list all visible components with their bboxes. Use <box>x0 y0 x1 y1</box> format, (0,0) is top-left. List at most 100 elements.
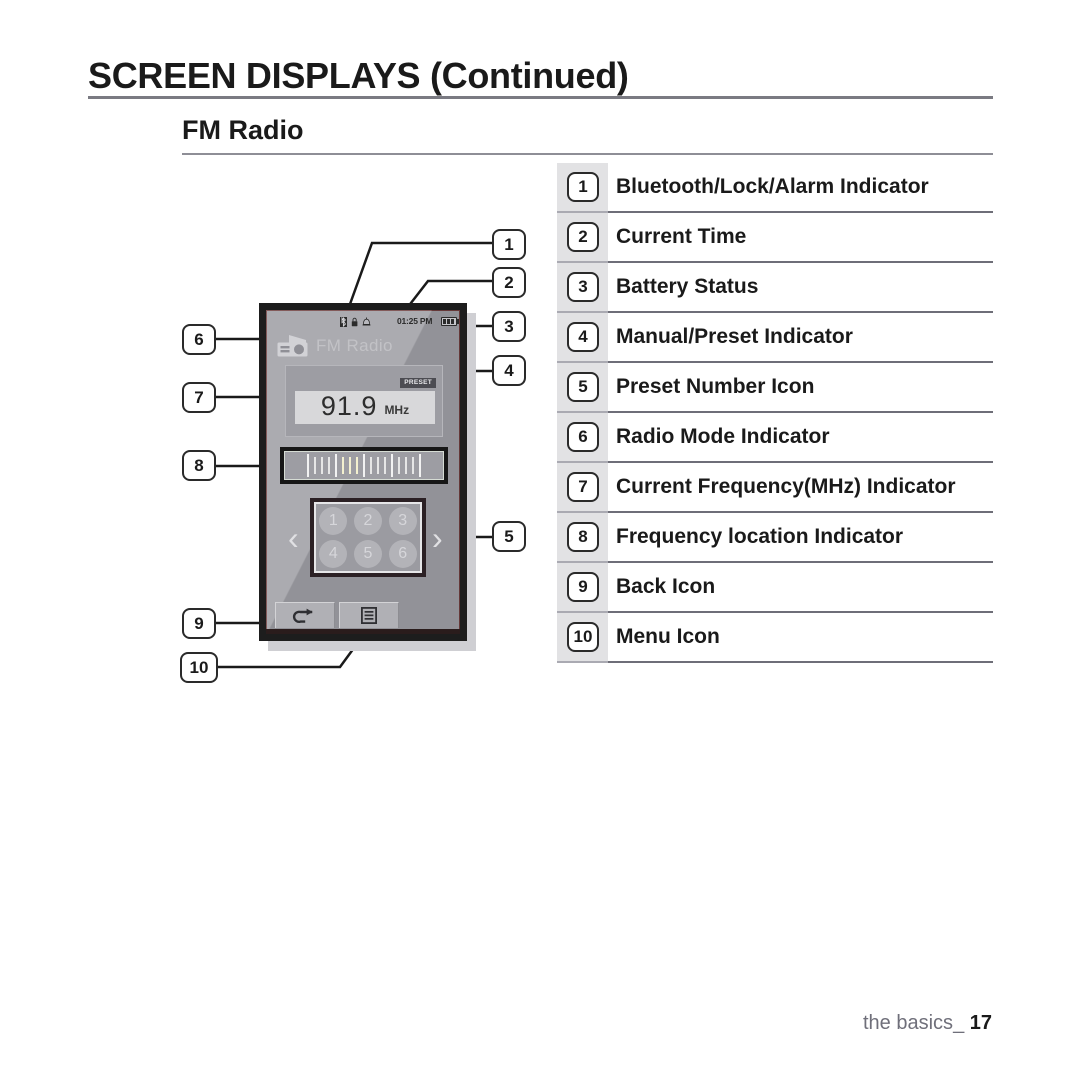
scale-major-tick <box>335 454 337 477</box>
legend-label-6: Radio Mode Indicator <box>616 425 830 448</box>
legend-label-4: Manual/Preset Indicator <box>616 325 853 348</box>
legend-number-6: 6 <box>567 422 599 452</box>
legend-number-9: 9 <box>567 572 599 602</box>
frequency-location-indicator <box>280 447 448 484</box>
legend-label-3: Battery Status <box>616 275 759 298</box>
scale-minor-tick <box>377 457 379 474</box>
footer-page-number: 17 <box>969 1012 992 1034</box>
battery-icon <box>441 317 457 326</box>
frequency-panel: PRESET 91.9 MHz <box>285 365 443 437</box>
legend-row: 5 Preset Number Icon <box>557 363 993 413</box>
scale-minor-tick <box>412 457 414 474</box>
legend-number-8: 8 <box>567 522 599 552</box>
scale-tick-group <box>314 457 330 474</box>
title-divider <box>88 96 993 99</box>
legend-number-5: 5 <box>567 372 599 402</box>
bluetooth-icon <box>340 317 347 327</box>
scale-minor-tick <box>370 457 372 474</box>
preset-number-panel: 1 2 3 4 5 6 <box>310 498 426 577</box>
scale-tick-group <box>370 457 386 474</box>
legend-row: 10 Menu Icon <box>557 613 993 663</box>
section-title: FM Radio <box>182 115 304 145</box>
callout-2[interactable]: 2 <box>492 267 526 298</box>
scale-minor-tick <box>328 457 330 474</box>
scale-minor-tick <box>342 457 344 474</box>
battery-cap <box>457 319 459 324</box>
scale-minor-tick <box>405 457 407 474</box>
scale-major-tick <box>391 454 393 477</box>
bottom-bezel-strip <box>266 629 460 634</box>
preset-number-grid: 1 2 3 4 5 6 <box>314 502 422 573</box>
legend-row: 3 Battery Status <box>557 263 993 313</box>
callout-10[interactable]: 10 <box>180 652 218 683</box>
manual-preset-indicator: PRESET <box>400 378 436 388</box>
legend-label-5: Preset Number Icon <box>616 375 815 398</box>
scale-minor-tick <box>384 457 386 474</box>
legend-number-10: 10 <box>567 622 599 652</box>
legend-row: 8 Frequency location Indicator <box>557 513 993 563</box>
callout-1[interactable]: 1 <box>492 229 526 260</box>
scale-minor-tick <box>349 457 351 474</box>
preset-number-3[interactable]: 3 <box>388 506 417 535</box>
footer-section-label: the basics <box>863 1012 954 1034</box>
legend-row-separator <box>557 661 608 663</box>
next-page-chevron-icon[interactable]: › <box>432 522 443 554</box>
section-divider <box>182 153 993 155</box>
scale-tick-group <box>398 457 414 474</box>
page-footer: the basics_ 17 <box>863 1012 992 1035</box>
callout-8[interactable]: 8 <box>182 450 216 481</box>
scale-major-tick <box>419 454 421 477</box>
radio-icon <box>277 335 308 357</box>
legend-label-7: Current Frequency(MHz) Indicator <box>616 475 956 498</box>
frequency-scale-ticks <box>284 451 444 480</box>
legend-label-9: Back Icon <box>616 575 716 598</box>
scale-minor-tick <box>314 457 316 474</box>
callout-3[interactable]: 3 <box>492 311 526 342</box>
legend-row: 1 Bluetooth/Lock/Alarm Indicator <box>557 163 993 213</box>
legend-row: 4 Manual/Preset Indicator <box>557 313 993 363</box>
preset-number-2[interactable]: 2 <box>353 506 382 535</box>
menu-button[interactable] <box>339 602 399 628</box>
callout-9[interactable]: 9 <box>182 608 216 639</box>
legend-row: 9 Back Icon <box>557 563 993 613</box>
callout-7[interactable]: 7 <box>182 382 216 413</box>
legend-label-10: Menu Icon <box>616 625 720 648</box>
status-bar: 01:25 PM <box>266 314 460 329</box>
scale-tick-group <box>342 457 358 474</box>
scale-minor-tick <box>398 457 400 474</box>
legend-label-8: Frequency location Indicator <box>616 525 904 548</box>
legend-row: 6 Radio Mode Indicator <box>557 413 993 463</box>
preset-number-1[interactable]: 1 <box>319 506 348 535</box>
footer-separator: _ <box>953 1012 965 1034</box>
callout-4[interactable]: 4 <box>492 355 526 386</box>
scale-minor-tick <box>321 457 323 474</box>
legend-row: 7 Current Frequency(MHz) Indicator <box>557 463 993 513</box>
previous-page-chevron-icon[interactable]: ‹ <box>288 522 299 554</box>
current-time: 01:25 PM <box>397 316 433 326</box>
scale-major-tick <box>363 454 365 477</box>
screen-title: FM Radio <box>316 336 393 355</box>
device-screen: 01:25 PM FM Radio PRESET 91.9 MHz ‹ › 1 … <box>259 303 467 641</box>
preset-number-4[interactable]: 4 <box>319 540 348 569</box>
legend-table: 1 Bluetooth/Lock/Alarm Indicator 2 Curre… <box>557 163 993 663</box>
scale-minor-tick <box>356 457 358 474</box>
preset-number-5[interactable]: 5 <box>353 540 382 569</box>
legend-number-4: 4 <box>567 322 599 352</box>
lock-icon <box>351 317 358 327</box>
legend-label-2: Current Time <box>616 225 747 248</box>
back-arrow-icon <box>292 608 313 623</box>
callout-5[interactable]: 5 <box>492 521 526 552</box>
menu-list-icon <box>361 607 377 624</box>
legend-number-3: 3 <box>567 272 599 302</box>
scale-major-tick <box>307 454 309 477</box>
legend-row: 2 Current Time <box>557 213 993 263</box>
alarm-icon <box>362 317 371 326</box>
callout-6[interactable]: 6 <box>182 324 216 355</box>
back-button[interactable] <box>275 602 335 628</box>
frequency-value: 91.9 <box>320 391 378 421</box>
legend-label-1: Bluetooth/Lock/Alarm Indicator <box>616 175 929 198</box>
legend-number-1: 1 <box>567 172 599 202</box>
legend-number-7: 7 <box>567 472 599 502</box>
legend-number-2: 2 <box>567 222 599 252</box>
preset-number-6[interactable]: 6 <box>388 540 417 569</box>
